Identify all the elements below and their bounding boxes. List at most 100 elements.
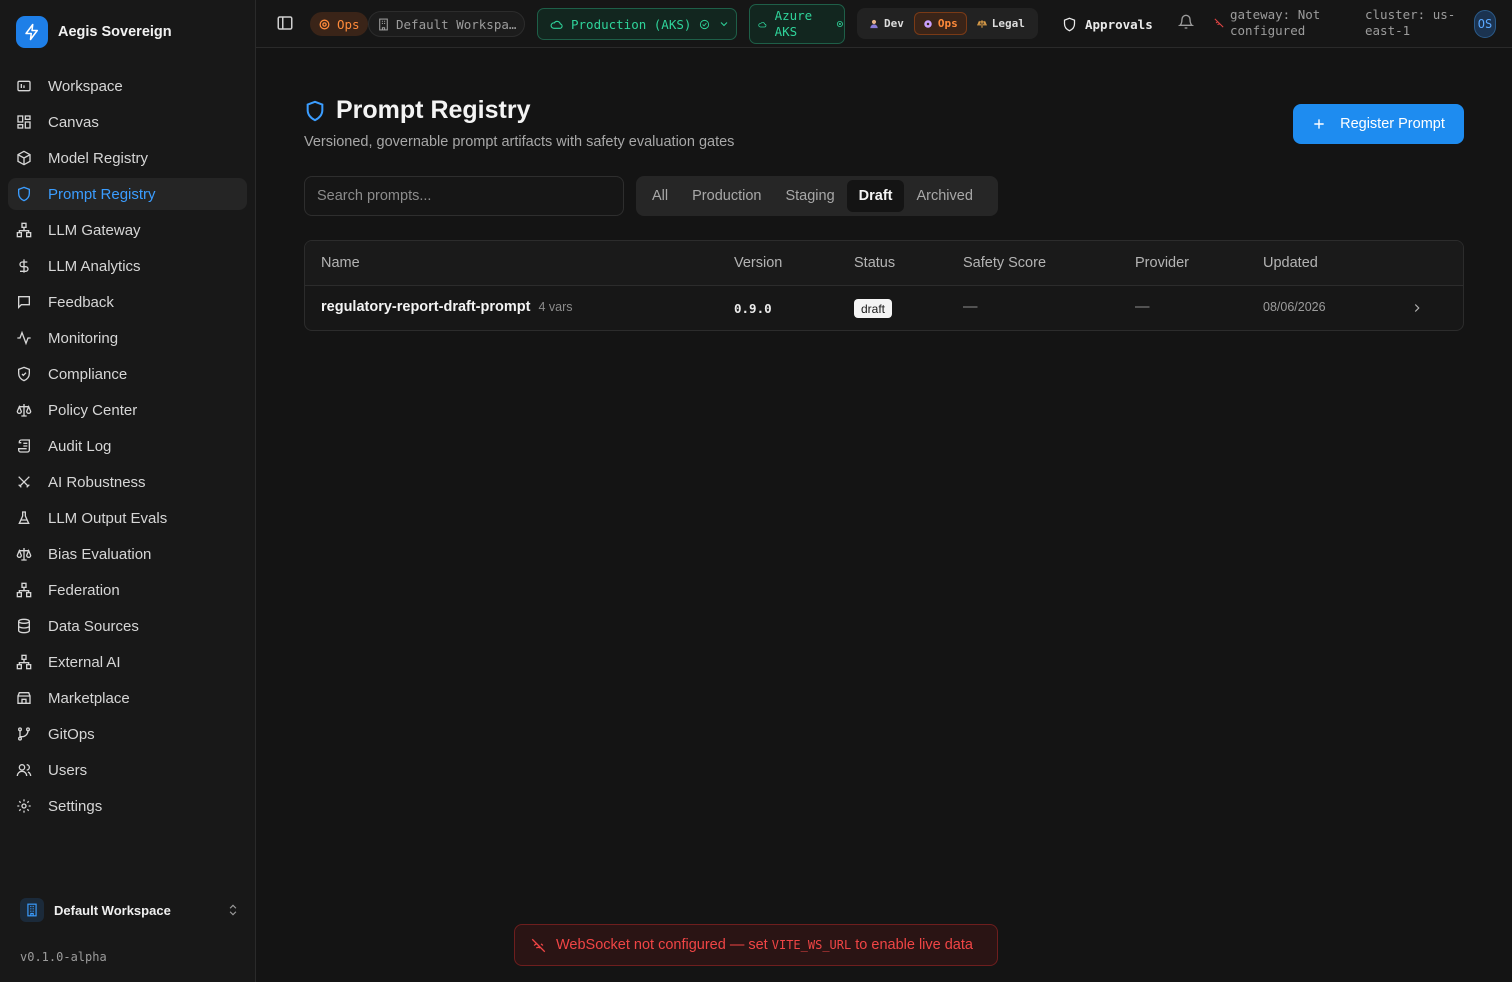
- sidebar-nav: Workspace Canvas Model Registry Prompt R…: [8, 70, 247, 826]
- column-header-safety-score[interactable]: Safety Score: [963, 255, 1046, 271]
- column-header-name[interactable]: Name: [321, 255, 360, 271]
- scale-icon: [16, 404, 32, 417]
- sidebar-item-label: Users: [48, 761, 88, 779]
- users-icon: [16, 764, 32, 777]
- cluster-status-line: east-1: [1365, 23, 1411, 38]
- sidebar-item-prompt-registry[interactable]: Prompt Registry: [8, 178, 247, 210]
- ops-mode-badge[interactable]: Ops: [310, 12, 368, 36]
- prompt-vars-count: 4 vars: [538, 300, 573, 314]
- shield-icon: [1063, 17, 1076, 31]
- sidebar: Aegis Sovereign Workspace Canvas Model R…: [0, 0, 256, 982]
- notifications-button[interactable]: [1178, 14, 1194, 30]
- filter-tab-staging[interactable]: Staging: [773, 180, 846, 212]
- role-label: Legal: [991, 17, 1025, 30]
- prompt-name: regulatory-report-draft-prompt: [321, 299, 531, 315]
- workspace-switcher-label: Default Workspace: [54, 902, 171, 918]
- environment-selector[interactable]: Production (AKS): [537, 8, 737, 40]
- sidebar-item-feedback[interactable]: Feedback: [8, 286, 247, 318]
- column-header-version[interactable]: Version: [734, 255, 782, 271]
- safety-score-cell: —: [963, 299, 978, 315]
- status-circle-icon: [837, 20, 844, 28]
- check-circle-icon: [700, 19, 710, 29]
- table-row[interactable]: regulatory-report-draft-prompt 4 vars 0.9…: [305, 286, 1463, 330]
- sidebar-item-compliance[interactable]: Compliance: [8, 358, 247, 390]
- chevron-down-icon: [721, 22, 728, 27]
- sidebar-item-llm-analytics[interactable]: LLM Analytics: [8, 250, 247, 282]
- sidebar-item-marketplace[interactable]: Marketplace: [8, 682, 247, 714]
- brand-name: Aegis Sovereign: [58, 24, 172, 40]
- sidebar-item-label: Feedback: [48, 293, 114, 311]
- sidebar-item-gitops[interactable]: GitOps: [8, 718, 247, 750]
- sidebar-item-monitoring[interactable]: Monitoring: [8, 322, 247, 354]
- workspace-icon: [17, 80, 31, 92]
- network-icon: [16, 222, 32, 238]
- sidebar-item-policy-center[interactable]: Policy Center: [8, 394, 247, 426]
- column-header-status[interactable]: Status: [854, 255, 895, 271]
- scale-icon: [976, 19, 987, 28]
- sidebar-item-label: GitOps: [48, 725, 95, 743]
- workspace-switcher[interactable]: Default Workspace: [16, 894, 240, 926]
- sidebar-item-llm-output-evals[interactable]: LLM Output Evals: [8, 502, 247, 534]
- sidebar-item-llm-gateway[interactable]: LLM Gateway: [8, 214, 247, 246]
- sidebar-item-workspace[interactable]: Workspace: [8, 70, 247, 102]
- prompts-table: Name Version Status Safety Score Provide…: [304, 240, 1464, 331]
- toast-message: WebSocket not configured — set VITE_WS_U…: [556, 937, 973, 953]
- register-prompt-button[interactable]: Register Prompt: [1293, 104, 1464, 144]
- workspace-selector-label: Default Workspa…: [396, 16, 517, 32]
- column-header-provider[interactable]: Provider: [1135, 255, 1189, 271]
- shield-icon: [18, 186, 30, 202]
- workspace-selector[interactable]: Default Workspa…: [368, 11, 525, 37]
- sidebar-item-canvas[interactable]: Canvas: [8, 106, 247, 138]
- search-input[interactable]: [304, 176, 624, 216]
- filter-tab-production[interactable]: Production: [680, 180, 773, 212]
- sidebar-item-model-registry[interactable]: Model Registry: [8, 142, 247, 174]
- swords-icon: [18, 476, 30, 488]
- role-switcher: Dev Ops Legal: [857, 8, 1038, 39]
- approvals-button[interactable]: Approvals: [1062, 12, 1153, 36]
- role-label: Dev: [884, 17, 904, 30]
- sidebar-item-label: Settings: [48, 797, 103, 815]
- sidebar-item-external-ai[interactable]: External AI: [8, 646, 247, 678]
- role-ops-button[interactable]: Ops: [913, 12, 967, 35]
- app-version: v0.1.0-alpha: [20, 950, 107, 964]
- filter-tab-all[interactable]: All: [640, 180, 680, 212]
- environment-label: Production (AKS): [571, 16, 692, 32]
- sidebar-item-ai-robustness[interactable]: AI Robustness: [8, 466, 247, 498]
- sidebar-item-label: Federation: [48, 581, 120, 599]
- filter-tab-draft[interactable]: Draft: [846, 180, 905, 212]
- building-icon: [379, 18, 388, 30]
- sidebar-item-settings[interactable]: Settings: [8, 790, 247, 822]
- chevrons-up-down-icon: [229, 904, 237, 916]
- role-dev-button[interactable]: Dev: [861, 12, 912, 35]
- sidebar-item-bias-evaluation[interactable]: Bias Evaluation: [8, 538, 247, 570]
- network-icon: [16, 582, 32, 598]
- filter-tab-archived[interactable]: Archived: [904, 180, 984, 212]
- chevron-right-icon[interactable]: [1410, 301, 1424, 315]
- status-filter-tabs: All Production Staging Draft Archived: [636, 176, 998, 216]
- sidebar-item-label: Compliance: [48, 365, 128, 383]
- column-header-updated[interactable]: Updated: [1263, 255, 1318, 271]
- approvals-label: Approvals: [1085, 16, 1153, 32]
- flask-icon: [18, 511, 30, 524]
- toast-code: VITE_WS_URL: [771, 938, 852, 952]
- panel-left-icon: [277, 16, 293, 30]
- brand[interactable]: Aegis Sovereign: [16, 16, 172, 48]
- sidebar-item-audit-log[interactable]: Audit Log: [8, 430, 247, 462]
- sidebar-item-data-sources[interactable]: Data Sources: [8, 610, 247, 642]
- updated-cell: 08/06/2026: [1263, 300, 1326, 314]
- grid-icon: [17, 115, 31, 129]
- sidebar-item-users[interactable]: Users: [8, 754, 247, 786]
- user-avatar[interactable]: OS: [1474, 10, 1496, 38]
- cluster-type-line: Azure: [774, 8, 813, 23]
- cluster-type-badge[interactable]: Azure AKS: [749, 4, 845, 44]
- gateway-status-line: gateway: Not: [1230, 7, 1321, 22]
- table-header: Name Version Status Safety Score Provide…: [305, 241, 1463, 286]
- role-legal-button[interactable]: Legal: [969, 12, 1033, 35]
- prompt-version: 0.9.0: [734, 301, 772, 316]
- sidebar-toggle-button[interactable]: [276, 14, 294, 32]
- sidebar-item-label: Workspace: [48, 77, 123, 95]
- gateway-status: gateway: Not configured: [1214, 7, 1354, 39]
- sidebar-item-federation[interactable]: Federation: [8, 574, 247, 606]
- sidebar-item-label: Marketplace: [48, 689, 130, 707]
- sidebar-item-label: External AI: [48, 653, 121, 671]
